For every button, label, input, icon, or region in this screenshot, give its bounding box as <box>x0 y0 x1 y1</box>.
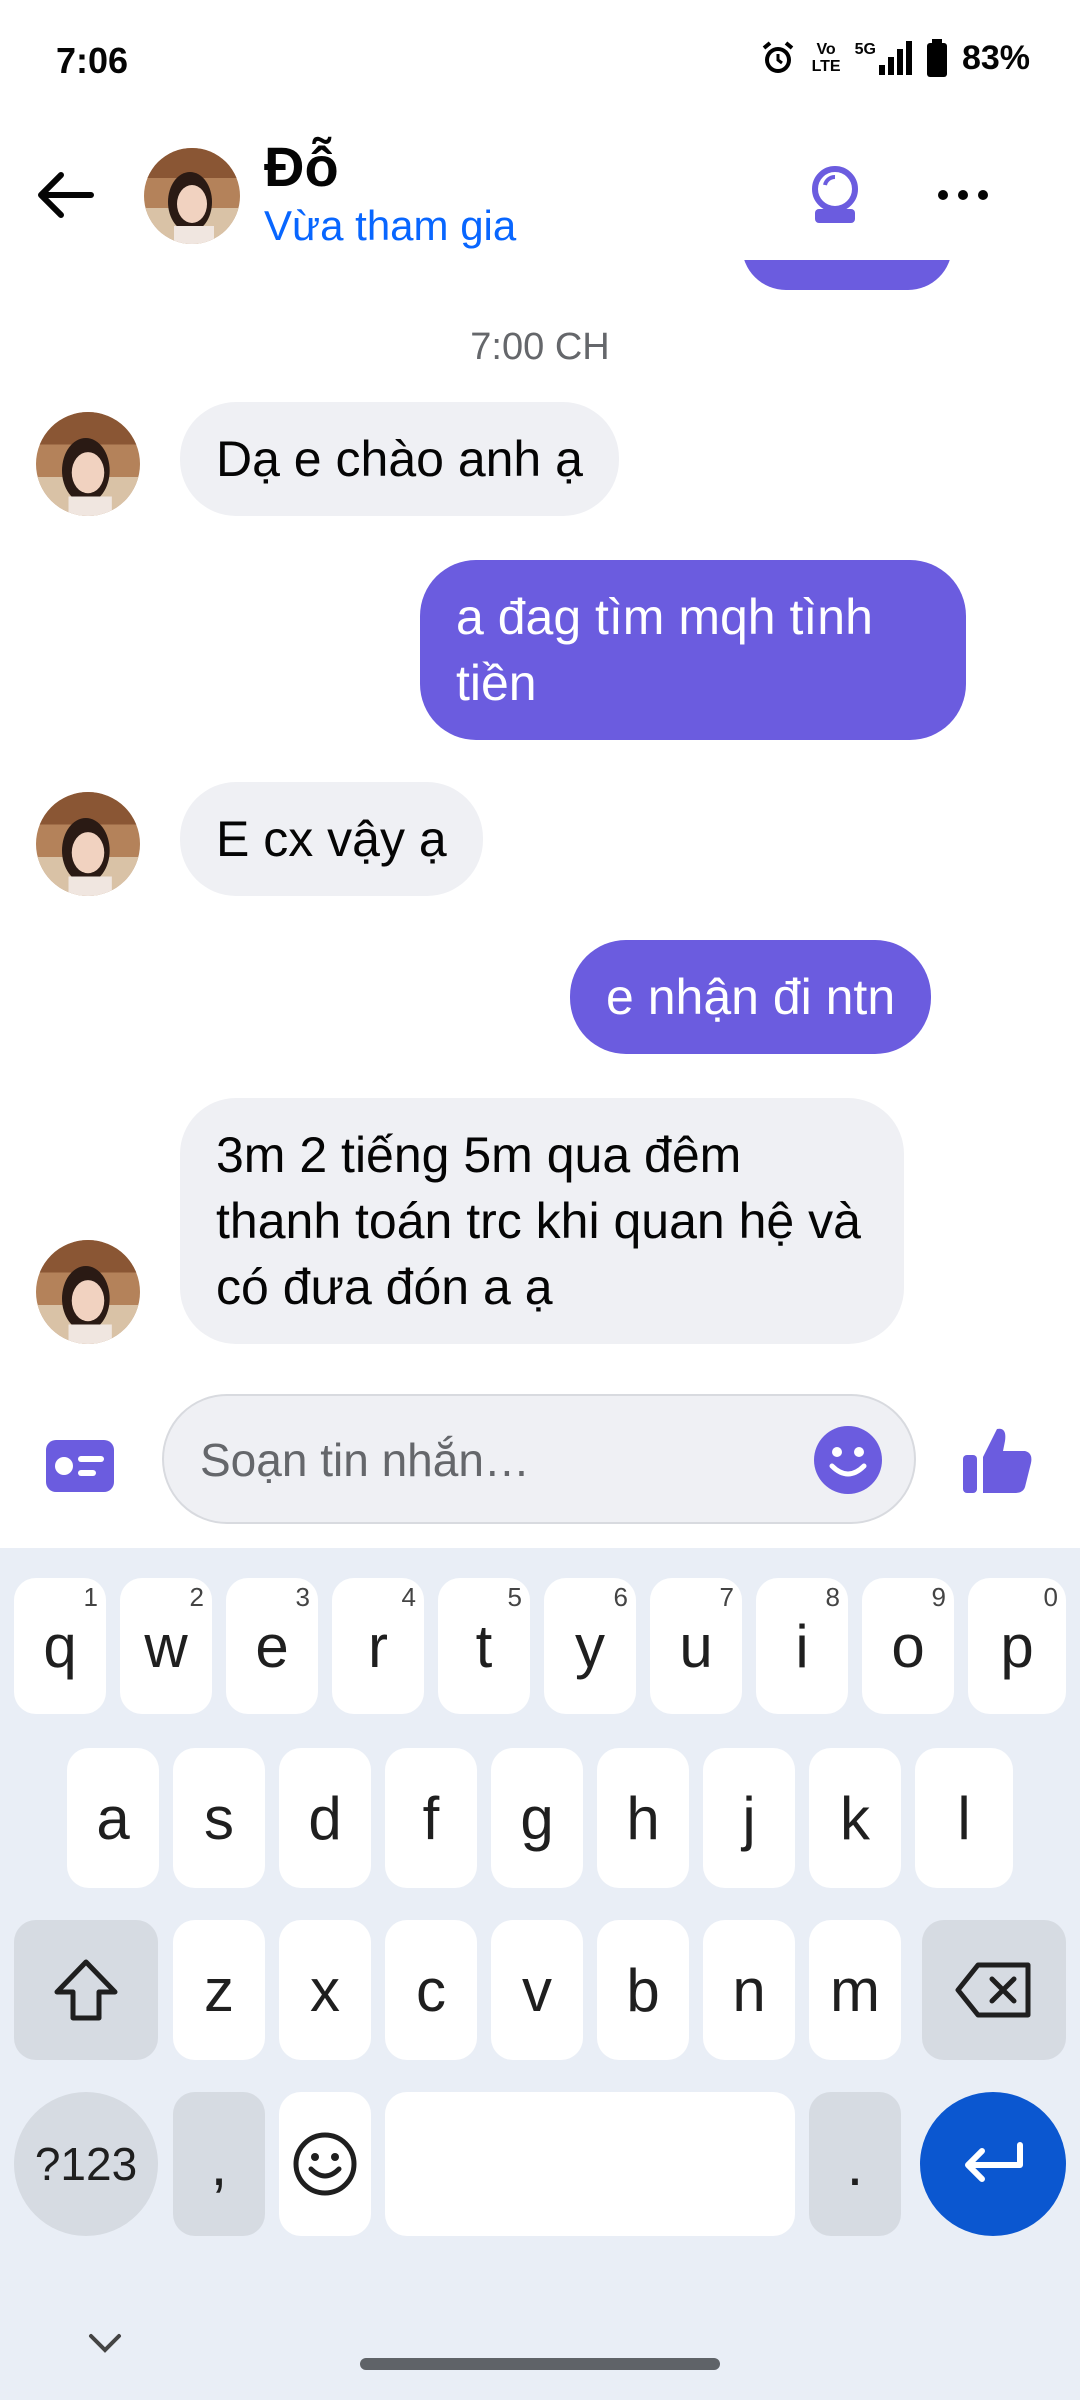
key-j[interactable]: j <box>703 1748 795 1888</box>
enter-arrow-icon <box>965 2142 1023 2182</box>
navigation-bar <box>0 2308 1080 2400</box>
chat-header: Đỗ Vừa tham gia <box>0 130 1080 260</box>
avatar-photo <box>36 792 140 896</box>
message-bubble-outgoing[interactable]: e nhận đi ntn <box>570 940 932 1054</box>
shift-arrow-icon <box>54 1959 118 2021</box>
assistant-button[interactable] <box>800 160 870 230</box>
sender-avatar[interactable] <box>36 1240 140 1344</box>
hide-keyboard-button[interactable] <box>80 2318 130 2368</box>
emoji-smile-icon <box>814 1426 882 1494</box>
like-button[interactable] <box>956 1418 1040 1502</box>
arrow-left-icon <box>38 172 94 218</box>
status-icons: Vo LTE 5G 83% <box>758 38 1030 78</box>
compose-field <box>162 1394 916 1524</box>
signal-icon: 5G <box>855 41 912 75</box>
soft-keyboard: q1 w2 e3 r4 t5 y6 u7 i8 o9 p0 a s d f g … <box>0 1548 1080 2400</box>
key-z[interactable]: z <box>173 1920 265 2060</box>
key-i[interactable]: i8 <box>756 1578 848 1714</box>
battery-icon <box>926 39 947 77</box>
key-q[interactable]: q1 <box>14 1578 106 1714</box>
key-e[interactable]: e3 <box>226 1578 318 1714</box>
message-bubble-outgoing[interactable]: a đag tìm mqh tình tiền <box>420 560 966 740</box>
avatar-photo <box>36 412 140 516</box>
backspace-key[interactable] <box>922 1920 1066 2060</box>
key-w[interactable]: w2 <box>120 1578 212 1714</box>
crystal-ball-icon <box>812 166 858 223</box>
key-d[interactable]: d <box>279 1748 371 1888</box>
key-p[interactable]: p0 <box>968 1578 1066 1714</box>
previous-outgoing-bubble <box>742 260 952 290</box>
status-bar: 7:06 Vo LTE 5G 83% <box>0 0 1080 120</box>
key-h[interactable]: h <box>597 1748 689 1888</box>
key-y[interactable]: y6 <box>544 1578 636 1714</box>
key-f[interactable]: f <box>385 1748 477 1888</box>
messenger-chat-screen: 7:06 Vo LTE 5G 83% Đỗ Vừa tham gia 7:00 … <box>0 0 1080 2400</box>
avatar-photo <box>144 148 240 244</box>
back-button[interactable] <box>30 160 100 230</box>
key-m[interactable]: m <box>809 1920 901 2060</box>
contact-avatar[interactable] <box>144 148 240 244</box>
enter-key[interactable] <box>920 2092 1066 2236</box>
more-horizontal-icon <box>938 190 988 200</box>
message-bubble-incoming[interactable]: 3m 2 tiếng 5m qua đêm thanh toán trc khi… <box>180 1098 904 1344</box>
backspace-icon <box>955 1962 1031 2018</box>
emoji-button[interactable] <box>812 1424 884 1496</box>
key-r[interactable]: r4 <box>332 1578 424 1714</box>
message-input[interactable] <box>200 1424 820 1496</box>
message-composer <box>0 1360 1080 1540</box>
sender-avatar[interactable] <box>36 792 140 896</box>
message-timestamp: 7:00 CH <box>470 326 610 368</box>
status-time: 7:06 <box>56 40 129 81</box>
key-s[interactable]: s <box>173 1748 265 1888</box>
comma-key[interactable]: , <box>173 2092 265 2236</box>
emoji-smile-icon <box>293 2132 357 2196</box>
contact-name[interactable]: Đỗ <box>264 134 339 199</box>
sender-avatar[interactable] <box>36 412 140 516</box>
alarm-icon <box>762 41 793 73</box>
contact-status: Vừa tham gia <box>264 202 517 249</box>
key-t[interactable]: t5 <box>438 1578 530 1714</box>
more-options-button[interactable] <box>928 160 998 230</box>
key-k[interactable]: k <box>809 1748 901 1888</box>
chevron-down-icon <box>89 2334 121 2353</box>
avatar-photo <box>36 1240 140 1344</box>
emoji-key[interactable] <box>279 2092 371 2236</box>
home-gesture-bar[interactable] <box>360 2358 720 2370</box>
message-bubble-incoming[interactable]: Dạ e chào anh ạ <box>180 402 619 516</box>
message-list[interactable]: 7:00 CH Dạ e chào anh ạ a đag tìm mqh tì… <box>0 260 1080 1360</box>
message-bubble-incoming[interactable]: E cx vậy ạ <box>180 782 483 896</box>
key-a[interactable]: a <box>67 1748 159 1888</box>
space-key[interactable] <box>385 2092 795 2236</box>
battery-percent: 83% <box>961 38 1030 77</box>
volte-indicator: Vo LTE <box>811 41 841 75</box>
thumbs-up-icon <box>963 1428 1032 1493</box>
key-l[interactable]: l <box>915 1748 1013 1888</box>
key-c[interactable]: c <box>385 1920 477 2060</box>
key-u[interactable]: u7 <box>650 1578 742 1714</box>
key-o[interactable]: o9 <box>862 1578 954 1714</box>
period-key[interactable]: . <box>809 2092 901 2236</box>
shift-key[interactable] <box>14 1920 158 2060</box>
key-g[interactable]: g <box>491 1748 583 1888</box>
key-b[interactable]: b <box>597 1920 689 2060</box>
key-v[interactable]: v <box>491 1920 583 2060</box>
network-type: 5G <box>854 41 876 58</box>
contact-card-button[interactable] <box>40 1426 120 1506</box>
key-n[interactable]: n <box>703 1920 795 2060</box>
contact-card-icon <box>46 1440 114 1492</box>
symbols-key[interactable]: ?123 <box>14 2092 158 2236</box>
key-x[interactable]: x <box>279 1920 371 2060</box>
